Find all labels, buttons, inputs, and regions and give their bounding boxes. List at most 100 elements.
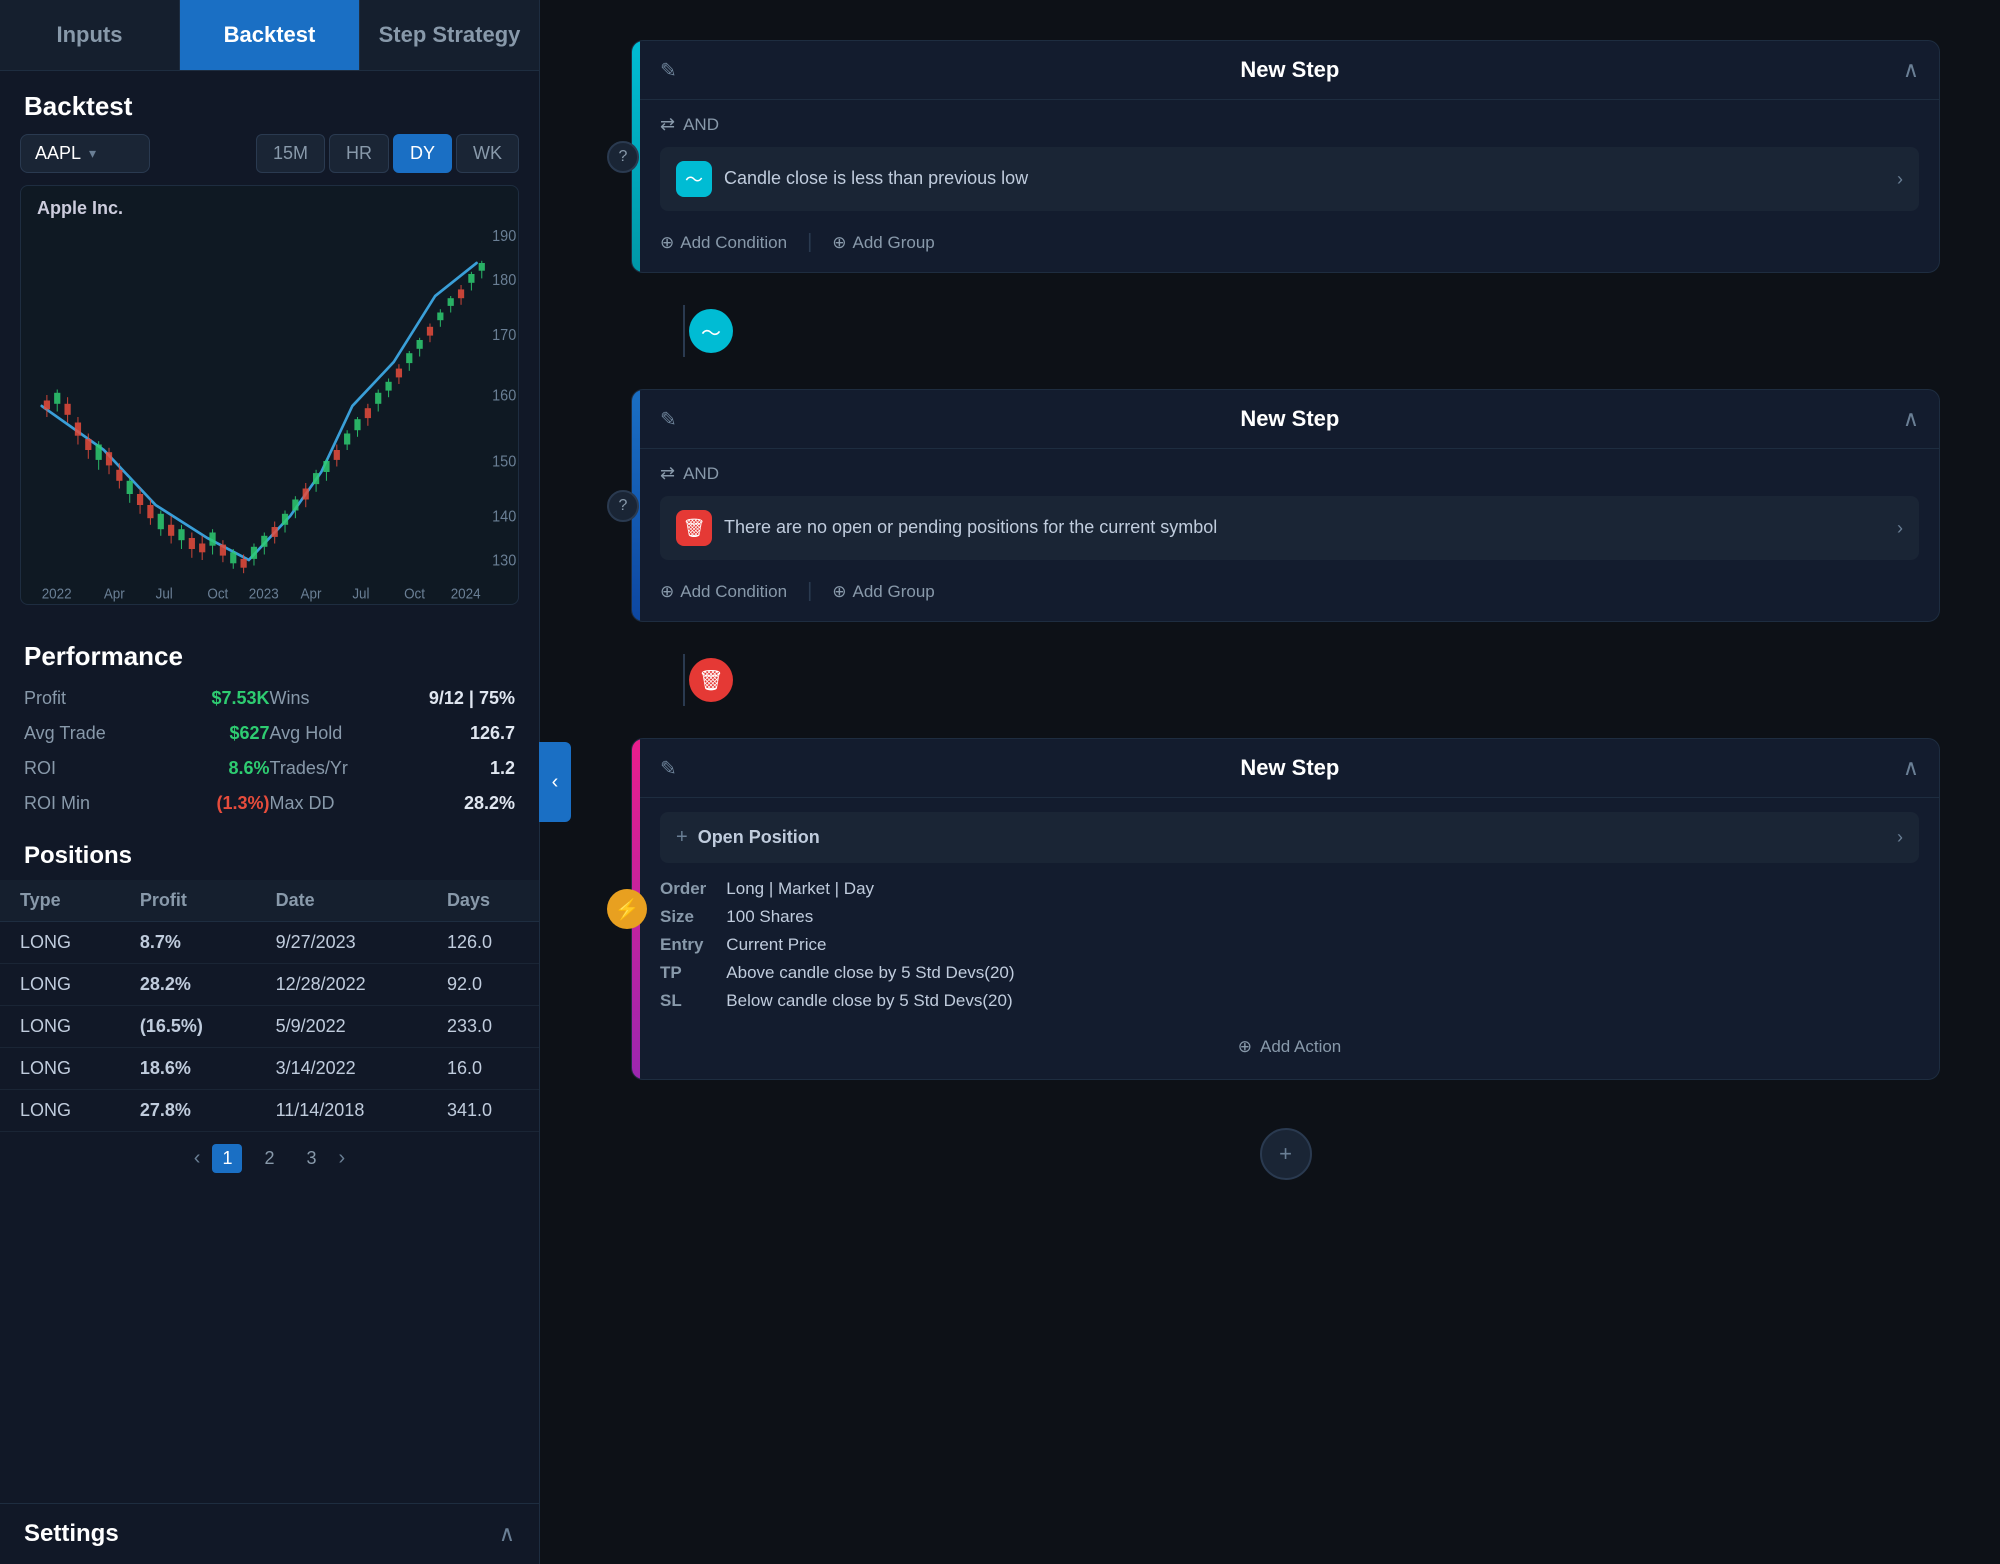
step3-collapse-button[interactable]: ∧ [1903, 755, 1919, 781]
next-page-button[interactable]: › [339, 1147, 346, 1170]
perf-avg-trade: Avg Trade $627 [24, 719, 270, 748]
sl-key: SL [660, 991, 706, 1011]
step2-header: ✎ New Step ∧ [640, 390, 1939, 449]
table-row[interactable]: LONG 27.8% 11/14/2018 341.0 [0, 1090, 539, 1132]
step1-condition-row[interactable]: 〜 Candle close is less than previous low… [660, 147, 1919, 211]
tab-backtest[interactable]: Backtest [180, 0, 360, 70]
backtest-title: Backtest [0, 71, 539, 134]
svg-text:2024: 2024 [451, 585, 481, 601]
tf-dy[interactable]: DY [393, 134, 452, 173]
connector2: 🗑 [631, 654, 1940, 706]
table-row[interactable]: LONG 28.2% 12/28/2022 92.0 [0, 964, 539, 1006]
perf-avg-hold: Avg Hold 126.7 [270, 719, 516, 748]
step1-add-condition-button[interactable]: ⊕ Add Condition [660, 233, 787, 253]
perf-max-dd-label: Max DD [270, 793, 335, 814]
col-type: Type [0, 880, 120, 922]
step2-question-badge[interactable]: ? [607, 490, 639, 522]
order-key: Order [660, 879, 706, 899]
step1-question-badge[interactable]: ? [607, 141, 639, 173]
row-profit: 18.6% [120, 1048, 256, 1090]
open-position-row[interactable]: + Open Position › [660, 812, 1919, 863]
step1-inner: ✎ New Step ∧ ⇄ AND 〜 Candle close is les… [640, 41, 1939, 272]
tab-bar: Inputs Backtest Step Strategy [0, 0, 539, 71]
step2-condition-text: There are no open or pending positions f… [724, 515, 1885, 540]
step3-edit-icon[interactable]: ✎ [660, 756, 677, 781]
perf-avg-hold-label: Avg Hold [270, 723, 343, 744]
step1-collapse-button[interactable]: ∧ [1903, 57, 1919, 83]
step3-card: ✎ New Step ∧ + Open Position › Order Lon… [631, 738, 1940, 1080]
row-profit: 28.2% [120, 964, 256, 1006]
step2-collapse-button[interactable]: ∧ [1903, 406, 1919, 432]
tf-hr[interactable]: HR [329, 134, 389, 173]
trade-details: Order Long | Market | Day Size 100 Share… [660, 873, 1919, 1017]
table-row[interactable]: LONG 18.6% 3/14/2022 16.0 [0, 1048, 539, 1090]
open-position-plus-icon: + [676, 826, 688, 849]
page-3-button[interactable]: 3 [297, 1144, 327, 1173]
row-profit: (16.5%) [120, 1006, 256, 1048]
open-position-label: Open Position [698, 827, 1887, 848]
tab-step-strategy[interactable]: Step Strategy [360, 0, 539, 70]
row-date: 3/14/2022 [256, 1048, 427, 1090]
prev-page-button[interactable]: ‹ [194, 1147, 201, 1170]
svg-text:Apr: Apr [104, 585, 125, 601]
svg-text:150: 150 [492, 453, 516, 471]
perf-wins: Wins 9/12 | 75% [270, 684, 516, 713]
add-step-button[interactable]: + [1260, 1128, 1312, 1180]
step2-title: New Step [691, 406, 1889, 432]
chart-container: Apple Inc. 190 180 170 160 150 140 130 2… [20, 185, 519, 605]
row-type: LONG [0, 964, 120, 1006]
step2-and-text: AND [683, 464, 719, 484]
page-2-button[interactable]: 2 [254, 1144, 284, 1173]
row-days: 233.0 [427, 1006, 539, 1048]
table-row[interactable]: LONG 8.7% 9/27/2023 126.0 [0, 922, 539, 964]
symbol-select[interactable]: AAPL ▾ [20, 134, 150, 173]
tab-inputs[interactable]: Inputs [0, 0, 180, 70]
step1-title: New Step [691, 57, 1889, 83]
perf-wins-value: 9/12 | 75% [429, 688, 515, 709]
tf-wk[interactable]: WK [456, 134, 519, 173]
positions-title: Positions [0, 834, 539, 880]
step2-condition-arrow-icon: › [1897, 518, 1903, 539]
svg-text:140: 140 [492, 508, 516, 526]
settings-chevron-icon[interactable]: ∧ [499, 1521, 515, 1547]
step1-add-group-button[interactable]: ⊕ Add Group [832, 233, 934, 253]
perf-max-dd: Max DD 28.2% [270, 789, 516, 818]
bolt-badge: ⚡ [607, 889, 647, 929]
page-1-button[interactable]: 1 [212, 1144, 242, 1173]
add-action-button[interactable]: ⊕ Add Action [1238, 1027, 1342, 1061]
step2-inner: ✎ New Step ∧ ⇄ AND 🗑 There are no open o… [640, 390, 1939, 621]
step2-add-condition-button[interactable]: ⊕ Add Condition [660, 582, 787, 602]
tf-15m[interactable]: 15M [256, 134, 325, 173]
chevron-down-icon: ▾ [89, 145, 96, 162]
step1-condition-icon: 〜 [676, 161, 712, 197]
collapse-handle[interactable]: ‹ [539, 742, 571, 822]
step1-and-label: ⇄ AND [660, 114, 1919, 135]
step2-add-group-button[interactable]: ⊕ Add Group [832, 582, 934, 602]
step2-condition-row[interactable]: 🗑 There are no open or pending positions… [660, 496, 1919, 560]
step3-header: ✎ New Step ∧ [640, 739, 1939, 798]
perf-roi-min: ROI Min (1.3%) [24, 789, 270, 818]
row-profit: 27.8% [120, 1090, 256, 1132]
row-days: 126.0 [427, 922, 539, 964]
symbol-value: AAPL [35, 143, 81, 164]
settings-bar[interactable]: Settings ∧ [0, 1503, 539, 1564]
row-days: 16.0 [427, 1048, 539, 1090]
table-row[interactable]: LONG (16.5%) 5/9/2022 233.0 [0, 1006, 539, 1048]
row-date: 11/14/2018 [256, 1090, 427, 1132]
step1-body: ⇄ AND 〜 Candle close is less than previo… [640, 100, 1939, 272]
step2-card: ✎ New Step ∧ ⇄ AND 🗑 There are no open o… [631, 389, 1940, 622]
add-divider: | [807, 231, 812, 254]
plus-icon4: ⊕ [1238, 1037, 1252, 1057]
step1-edit-icon[interactable]: ✎ [660, 58, 677, 83]
connector1: 〜 [631, 305, 1940, 357]
node-teal1: 〜 [689, 309, 733, 353]
step1-condition-arrow-icon: › [1897, 169, 1903, 190]
step2-and-label: ⇄ AND [660, 463, 1919, 484]
collapse-arrow-icon: ‹ [552, 771, 559, 794]
step2-edit-icon[interactable]: ✎ [660, 407, 677, 432]
size-key: Size [660, 907, 706, 927]
svg-text:Jul: Jul [156, 585, 173, 601]
pagination: ‹ 1 2 3 › [0, 1132, 539, 1185]
perf-trades-yr-label: Trades/Yr [270, 758, 348, 779]
perf-avg-hold-value: 126.7 [470, 723, 515, 744]
